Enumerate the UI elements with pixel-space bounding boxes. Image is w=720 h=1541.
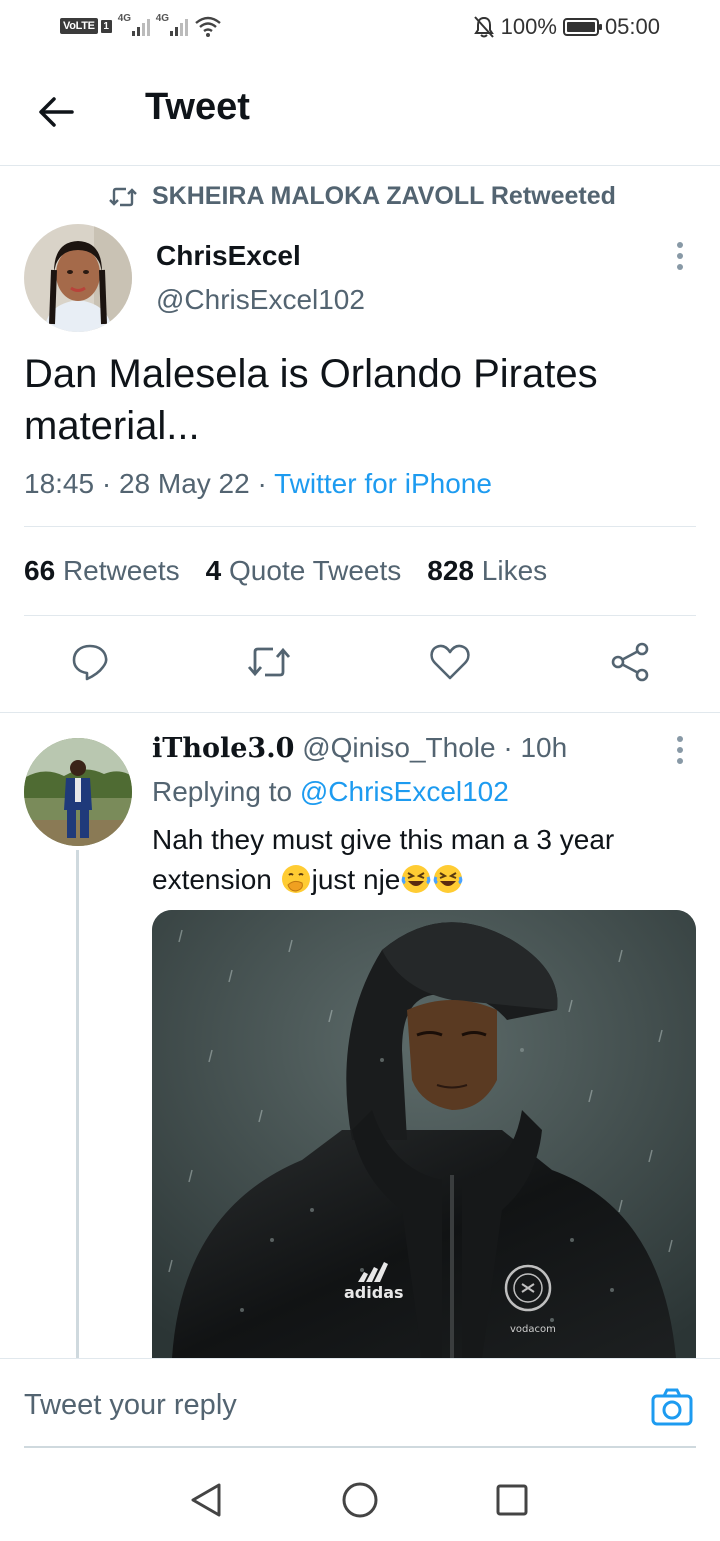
status-left: VoLTE 1 4G 4G	[60, 13, 222, 38]
reply-input[interactable]: Tweet your reply	[24, 1389, 237, 1422]
reply-text: Nah they must give this man a 3 year ext…	[152, 820, 692, 900]
tweet-text: Dan Malesela is Orlando Pirates material…	[24, 352, 598, 448]
rolling-laughing-emoji-icon	[402, 865, 431, 893]
status-bar: VoLTE 1 4G 4G 100% 05:00	[0, 0, 720, 56]
reply-composer[interactable]: Tweet your reply	[0, 1358, 720, 1448]
network-type-2: 4G	[155, 13, 170, 24]
retweet-button[interactable]	[247, 640, 291, 684]
retweets-stat[interactable]: 66 Retweets	[24, 555, 180, 587]
signal-2-icon: 4G	[155, 13, 188, 36]
author-name[interactable]: ChrisExcel	[156, 240, 301, 272]
battery-icon	[562, 18, 602, 36]
camera-icon	[651, 1388, 693, 1426]
signal-1-icon: 4G	[117, 13, 150, 36]
reply-author-handle[interactable]: @Qiniso_Thole	[302, 732, 495, 763]
thread-line	[76, 850, 79, 1360]
share-button[interactable]	[608, 640, 652, 684]
reply-time: · 10h	[503, 732, 568, 763]
rolling-laughing-emoji-icon	[434, 865, 463, 893]
retweets-count: 66	[24, 555, 56, 586]
author-handle[interactable]: @ChrisExcel102	[156, 284, 365, 316]
tweet-source-link[interactable]: Twitter for iPhone	[274, 468, 492, 499]
likes-count: 828	[427, 555, 474, 586]
tweet-stats: 66 Retweets 4 Quote Tweets 828 Likes	[24, 555, 547, 587]
reply-icon	[72, 644, 108, 681]
back-button[interactable]	[34, 90, 78, 134]
divider	[24, 526, 696, 527]
camera-button[interactable]	[650, 1387, 694, 1427]
status-right: 100% 05:00	[473, 14, 660, 40]
replying-mention-link[interactable]: @ChrisExcel102	[300, 776, 509, 807]
vodacom-wordmark: vodacom	[510, 1324, 556, 1335]
retweet-context[interactable]: SKHEIRA MALOKA ZAVOLL Retweeted	[108, 182, 616, 211]
likes-label: Likes	[481, 555, 548, 586]
replying-to-line: Replying to @ChrisExcel102	[152, 776, 509, 808]
retweeted-by-label: SKHEIRA MALOKA ZAVOLL Retweeted	[152, 182, 616, 210]
page-title: Tweet	[145, 86, 250, 128]
reply-input-underline	[24, 1446, 696, 1448]
adidas-wordmark: adidas	[344, 1283, 404, 1302]
nav-recents-icon	[496, 1484, 528, 1516]
reply-header: iThole3.0 @Qiniso_Thole · 10h	[152, 732, 567, 764]
reply-media-image[interactable]: adidas vodacom	[152, 910, 696, 1358]
quote-tweets-stat[interactable]: 4 Quote Tweets	[206, 555, 402, 587]
more-vertical-icon	[677, 242, 683, 248]
quotes-count: 4	[205, 555, 222, 586]
like-icon	[430, 644, 470, 680]
reply-more-button[interactable]	[665, 728, 695, 772]
retweet-icon	[247, 647, 291, 677]
nav-home-button[interactable]	[338, 1478, 382, 1522]
tweet-actions	[0, 640, 720, 690]
nav-back-icon	[191, 1483, 221, 1517]
app-header: Tweet	[0, 56, 720, 166]
nav-home-icon	[342, 1482, 378, 1518]
author-avatar[interactable]	[24, 224, 132, 332]
hand-over-mouth-emoji-icon	[281, 865, 310, 893]
muted-bell-icon	[473, 16, 494, 38]
nav-back-button[interactable]	[184, 1478, 228, 1522]
system-nav-bar	[0, 1450, 720, 1541]
tweet-meta: 18:45 · 28 May 22 · Twitter for iPhone	[24, 468, 492, 500]
reply-button[interactable]	[68, 640, 112, 684]
network-type-1: 4G	[117, 13, 132, 24]
nav-recents-button[interactable]	[490, 1478, 534, 1522]
reply-author-avatar[interactable]	[24, 738, 132, 846]
like-button[interactable]	[428, 640, 472, 684]
retweets-label: Retweets	[62, 555, 180, 586]
divider	[24, 615, 696, 616]
clock: 05:00	[604, 14, 660, 39]
tweet-timestamp: 18:45 · 28 May 22 ·	[24, 468, 275, 499]
replying-prefix: Replying to	[152, 776, 300, 807]
reply-author-name[interactable]: iThole3.0	[152, 733, 294, 764]
more-vertical-icon	[677, 736, 683, 742]
share-icon	[611, 642, 649, 682]
volte-badge: VoLTE	[60, 18, 98, 34]
reply-text-part2: just nje	[311, 864, 401, 895]
wifi-icon	[194, 16, 221, 37]
retweet-icon	[109, 187, 137, 206]
divider	[0, 712, 720, 713]
quotes-label: Quote Tweets	[229, 555, 402, 586]
back-arrow-icon	[39, 97, 74, 127]
battery-percent: 100%	[500, 14, 557, 39]
sim-badge: 1	[100, 19, 112, 33]
tweet-more-button[interactable]	[665, 234, 695, 278]
likes-stat[interactable]: 828 Likes	[427, 555, 547, 587]
